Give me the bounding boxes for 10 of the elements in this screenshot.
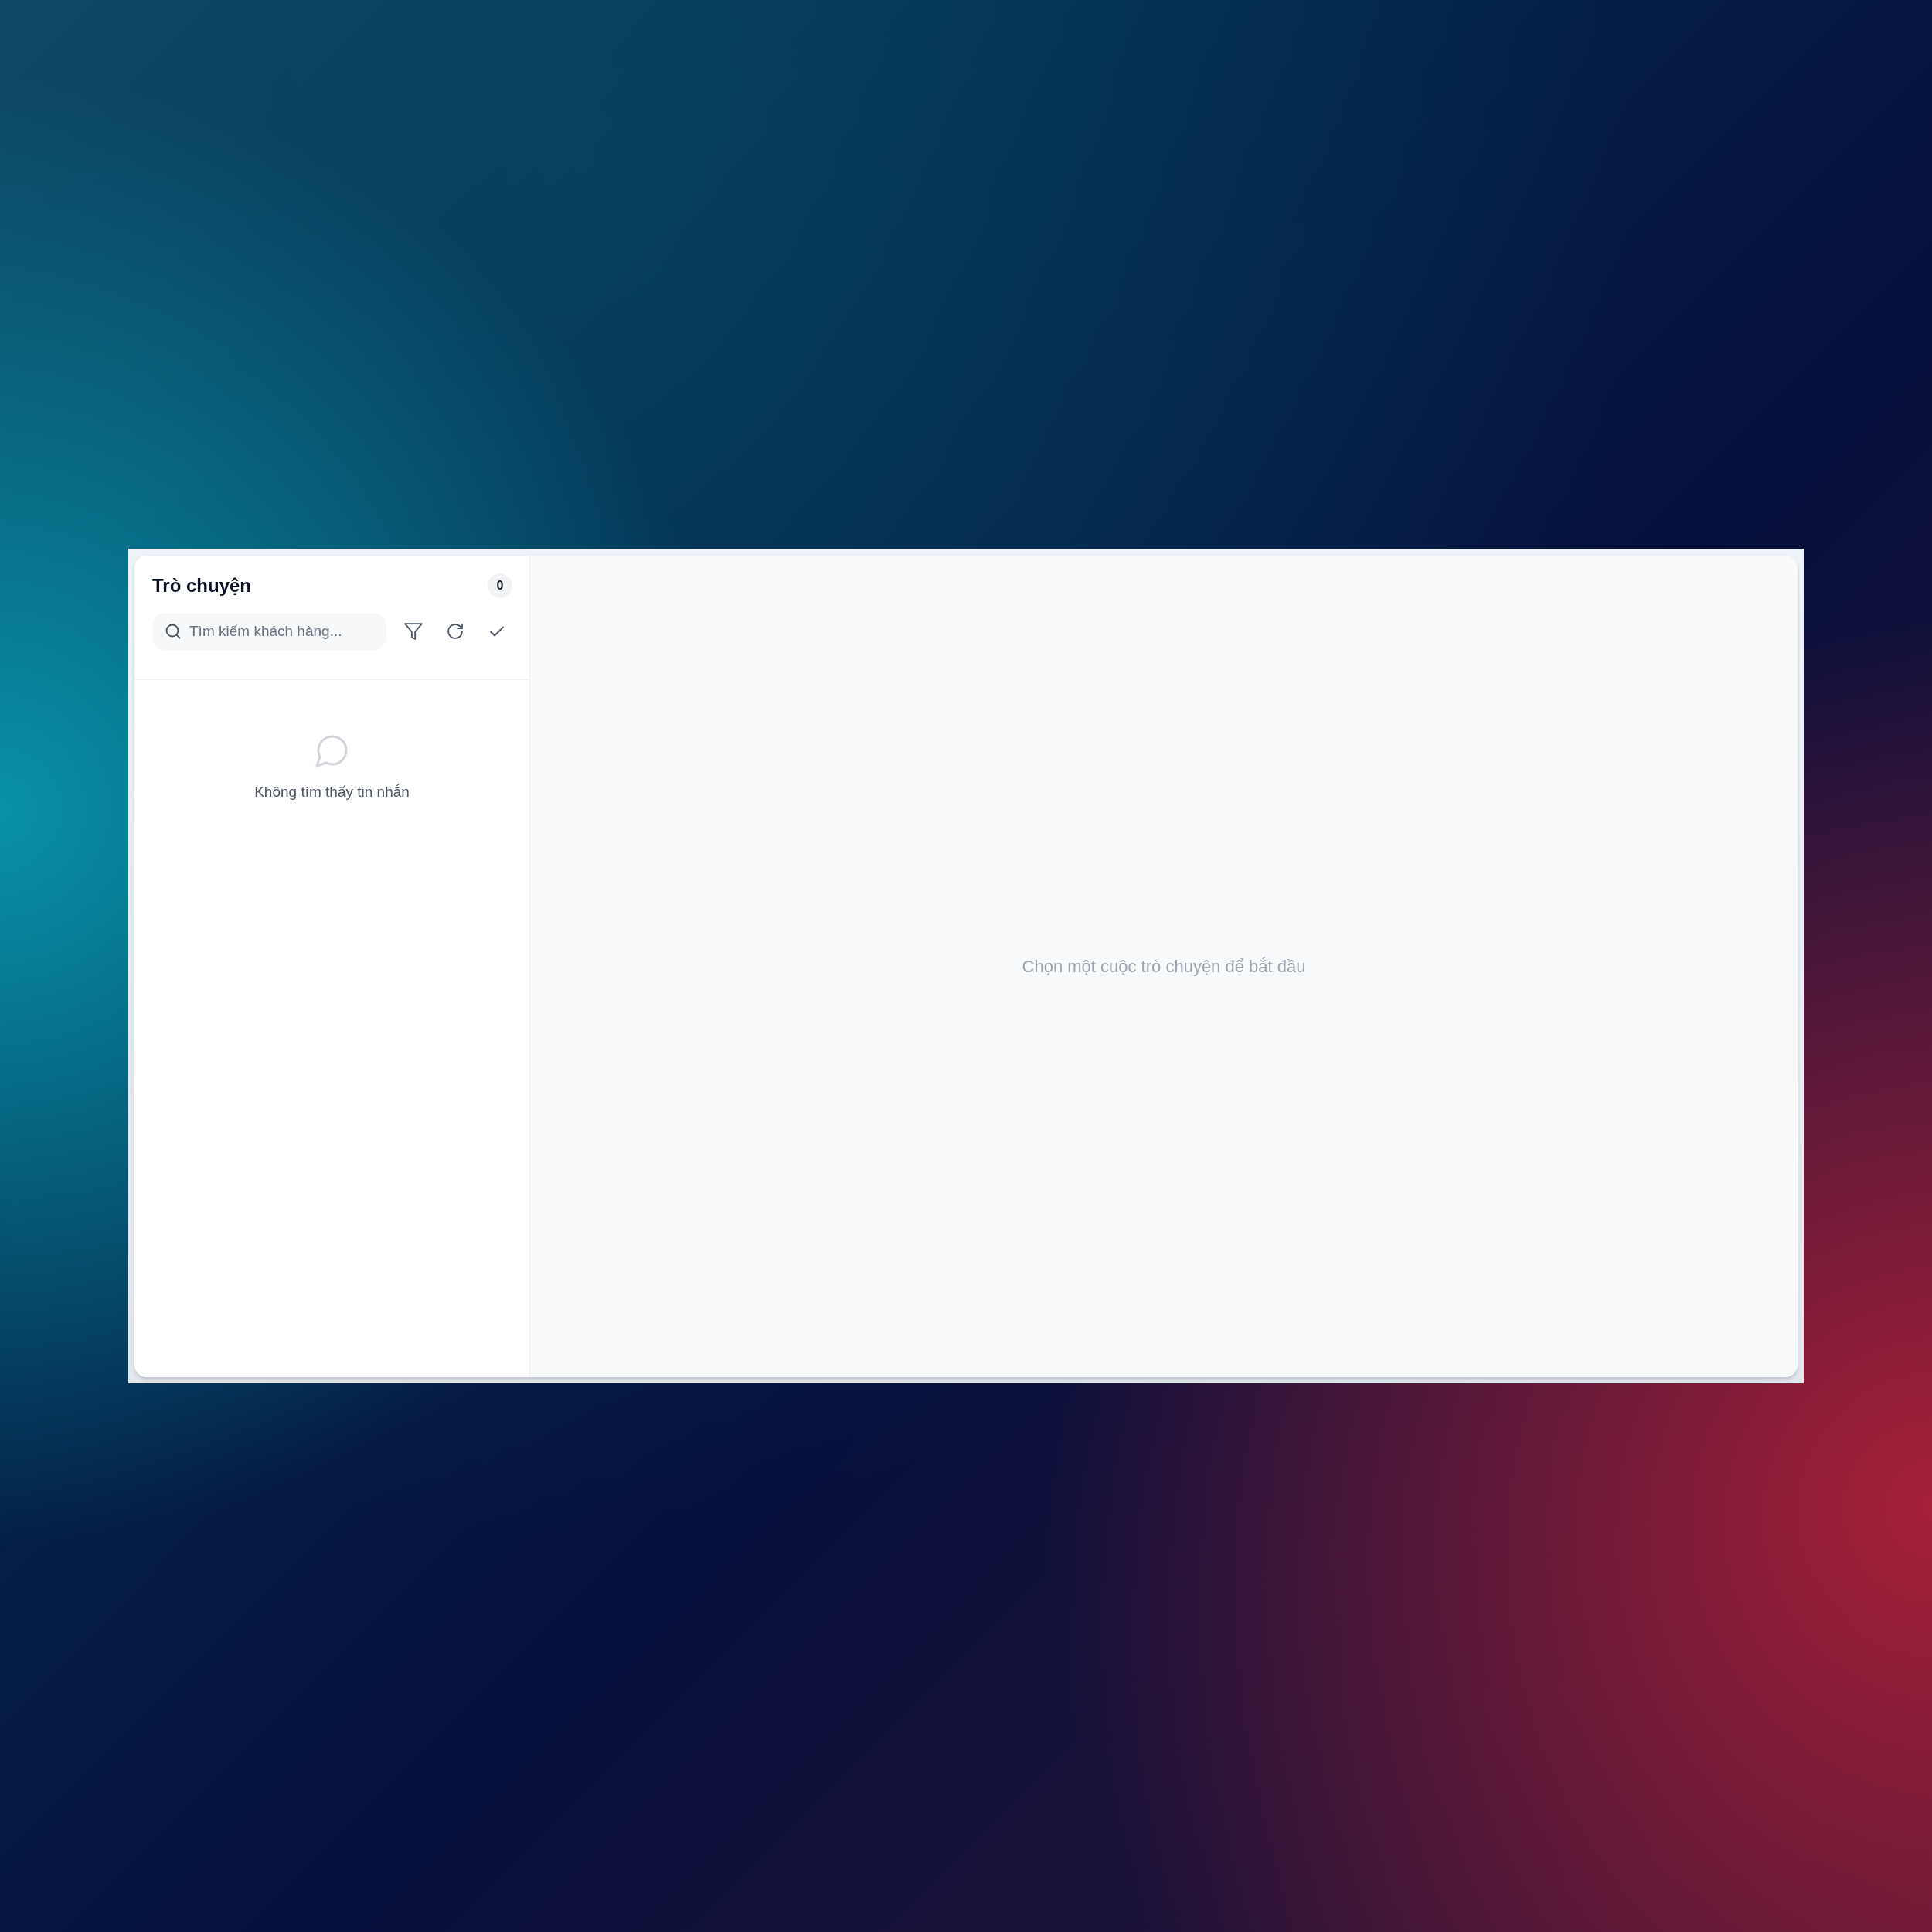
sidebar-title: Trò chuyện (152, 574, 252, 597)
select-conversation-hint: Chọn một cuộc trò chuyện để bắt đầu (1022, 956, 1306, 978)
search-icon (165, 624, 181, 639)
search-field[interactable]: Tìm kiếm khách hàng... (152, 613, 386, 650)
conversation-count: 0 (488, 573, 512, 598)
empty-list-message: Không tìm thấy tin nhắn (254, 783, 410, 801)
chat-bubble-icon (315, 733, 349, 767)
filter-icon (404, 622, 423, 641)
check-icon (490, 626, 504, 637)
refresh-icon (447, 624, 463, 639)
